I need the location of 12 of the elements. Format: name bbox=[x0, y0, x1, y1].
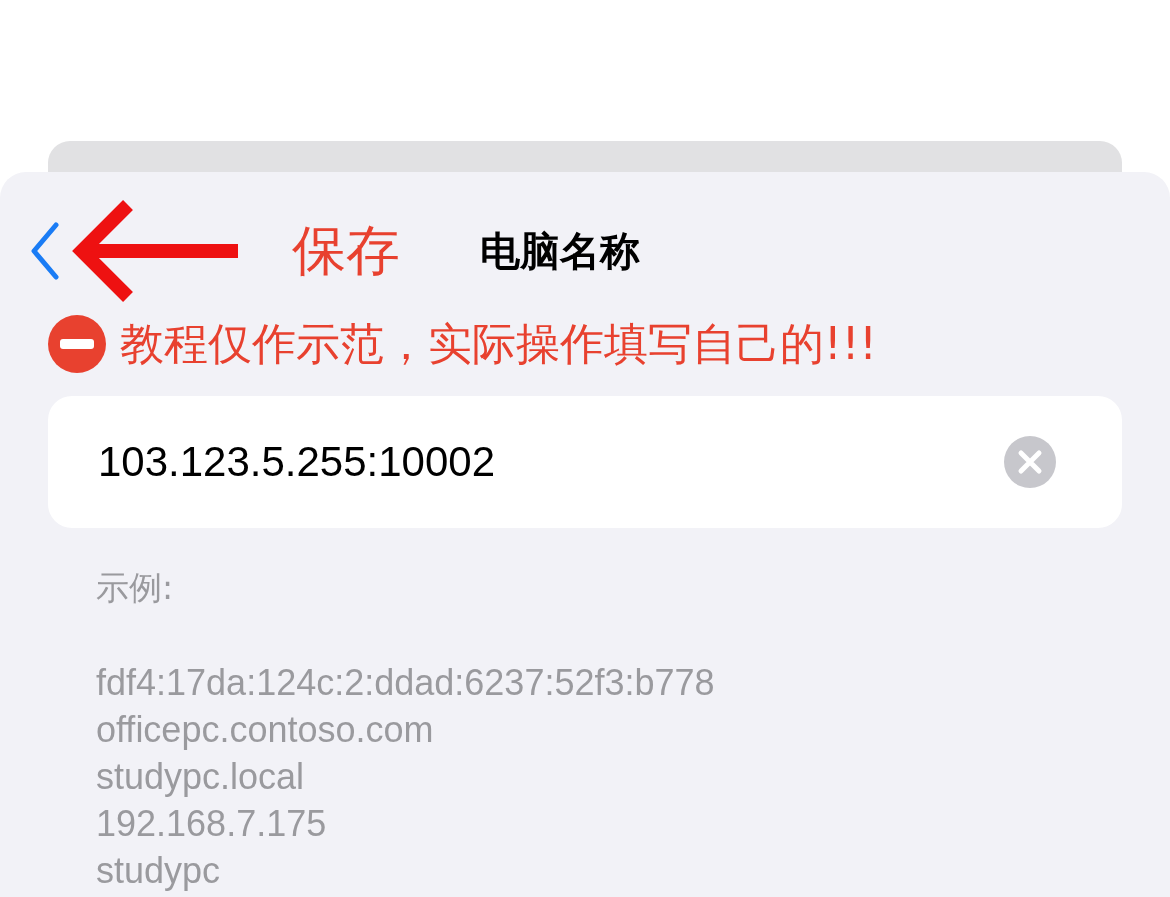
address-field[interactable]: 103.123.5.255:10002 bbox=[96, 437, 1004, 487]
hint-label: 示例: bbox=[96, 567, 175, 609]
annotation-text: 保存 bbox=[292, 217, 400, 284]
address-field-box[interactable]: 103.123.5.255:10002 bbox=[48, 396, 1122, 528]
example-text: 192.168.7.175 bbox=[96, 802, 328, 846]
nav-title: 电脑名称 bbox=[480, 226, 640, 276]
example-text: studypc.local bbox=[96, 755, 306, 799]
example-text: fdf4:17da:124c:2:ddad:6237:52f3:b778 bbox=[96, 661, 716, 705]
minus-circle-icon bbox=[48, 315, 106, 373]
warning-text: 教程仅作示范，实际操作填写自己的!!! bbox=[120, 316, 877, 371]
example-text: studypc bbox=[96, 849, 222, 893]
example-text: officepc.contoso.com bbox=[96, 708, 435, 752]
